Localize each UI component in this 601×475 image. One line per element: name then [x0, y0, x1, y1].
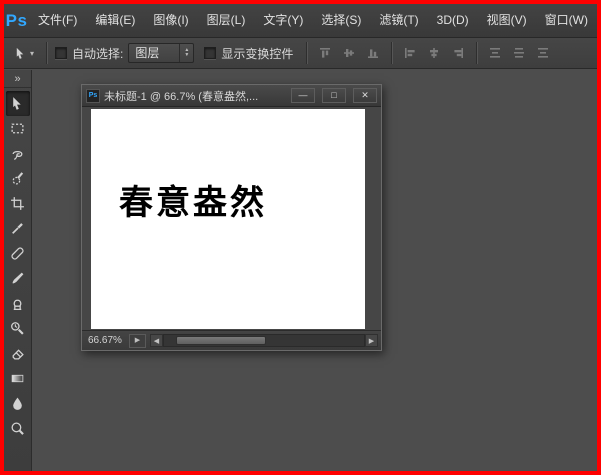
align-bottom-button[interactable] [363, 43, 383, 63]
separator [476, 42, 478, 64]
menu-window[interactable]: 窗口(W) [536, 4, 597, 37]
distribute-middle-button[interactable] [509, 43, 529, 63]
tool-marquee[interactable] [6, 116, 30, 141]
menu-bar: Ps 文件(F) 编辑(E) 图像(I) 图层(L) 文字(Y) 选择(S) 滤… [4, 4, 597, 38]
pasteboard: Ps 未标题-1 @ 66.7% (春意盎然,... — □ ✕ 春意盎然 66… [32, 70, 597, 471]
document-icon: Ps [86, 88, 100, 103]
scroll-left-icon[interactable]: ◀ [149, 334, 163, 347]
align-middle-button[interactable] [339, 43, 359, 63]
tool-move[interactable] [5, 91, 30, 116]
spinner-arrows-icon: ▲ ▼ [179, 44, 193, 62]
work-area: » Ps 未标题-1 @ 66.7% (春意盎然,... — □ ✕ 春意盎然 … [4, 70, 597, 471]
move-tool-icon [14, 47, 27, 60]
separator [306, 42, 308, 64]
tool-clone-stamp[interactable] [6, 291, 30, 316]
tool-eraser[interactable] [6, 341, 30, 366]
show-transform-label: 显示变换控件 [221, 46, 294, 61]
tool-gradient[interactable] [6, 366, 30, 391]
horizontal-scrollbar[interactable]: ◀ ▶ [149, 334, 378, 348]
menu-view[interactable]: 视图(V) [478, 4, 536, 37]
tool-brush[interactable] [6, 266, 30, 291]
menu-type[interactable]: 文字(Y) [254, 4, 312, 37]
photoshop-window: Ps 文件(F) 编辑(E) 图像(I) 图层(L) 文字(Y) 选择(S) 滤… [0, 0, 601, 475]
align-top-button[interactable] [315, 43, 335, 63]
align-right-button[interactable] [448, 43, 468, 63]
tool-spot-healing[interactable] [6, 241, 30, 266]
tool-preset-picker[interactable]: ▾ [10, 47, 38, 60]
menu-select[interactable]: 选择(S) [312, 4, 370, 37]
distribute-top-button[interactable] [485, 43, 505, 63]
maximize-button[interactable]: □ [322, 88, 346, 103]
ps-logo: Ps [5, 10, 28, 30]
align-left-button[interactable] [400, 43, 420, 63]
auto-select-checkbox[interactable] [55, 47, 68, 59]
minimize-button[interactable]: — [291, 88, 315, 103]
menu-3d[interactable]: 3D(D) [428, 4, 478, 37]
document-status-bar: 66.67% ▶ ◀ ▶ [82, 330, 381, 350]
distribute-group [485, 43, 553, 63]
tool-blur[interactable] [6, 391, 30, 416]
scrollbar-track[interactable] [162, 334, 365, 347]
auto-select-label: 自动选择: [72, 46, 124, 61]
menu-filter[interactable]: 滤镜(T) [370, 4, 427, 37]
show-transform-checkbox[interactable] [204, 47, 217, 59]
scroll-right-icon[interactable]: ▶ [365, 334, 378, 347]
collapse-panel-icon[interactable]: » [4, 72, 31, 88]
align-group-horizontal [400, 43, 468, 63]
tool-crop[interactable] [6, 191, 30, 216]
tool-eyedropper[interactable] [6, 216, 30, 241]
separator [46, 42, 48, 64]
menu-edit[interactable]: 编辑(E) [86, 4, 144, 37]
auto-select-dropdown[interactable]: 图层 ▲ ▼ [128, 43, 195, 63]
align-center-button[interactable] [424, 43, 444, 63]
tool-quick-select[interactable] [6, 166, 30, 191]
document-title: 未标题-1 @ 66.7% (春意盎然,... [104, 90, 259, 103]
separator [391, 42, 393, 64]
menu-file[interactable]: 文件(F) [29, 4, 86, 37]
tool-history-brush[interactable] [6, 316, 30, 341]
tool-lasso[interactable] [6, 141, 30, 166]
status-flyout-button[interactable]: ▶ [128, 333, 146, 348]
zoom-level[interactable]: 66.67% [85, 335, 125, 346]
canvas-text: 春意盎然 [119, 184, 267, 222]
chevron-down-icon: ▾ [30, 48, 35, 58]
menu-layer[interactable]: 图层(L) [198, 4, 255, 37]
scrollbar-thumb[interactable] [175, 336, 266, 345]
options-bar: ▾ 自动选择: 图层 ▲ ▼ 显示变换控件 [4, 38, 597, 69]
document-window: Ps 未标题-1 @ 66.7% (春意盎然,... — □ ✕ 春意盎然 66… [81, 84, 382, 351]
distribute-bottom-button[interactable] [533, 43, 553, 63]
canvas[interactable]: 春意盎然 [91, 109, 365, 329]
canvas-area: 春意盎然 [82, 107, 381, 330]
tool-dodge[interactable] [6, 416, 30, 441]
document-title-bar[interactable]: Ps 未标题-1 @ 66.7% (春意盎然,... — □ ✕ [82, 85, 381, 107]
tools-panel: » [4, 70, 32, 471]
auto-select-value: 图层 [135, 46, 160, 60]
align-group-vertical [315, 43, 383, 63]
close-button[interactable]: ✕ [353, 88, 377, 103]
menu-image[interactable]: 图像(I) [144, 4, 197, 37]
